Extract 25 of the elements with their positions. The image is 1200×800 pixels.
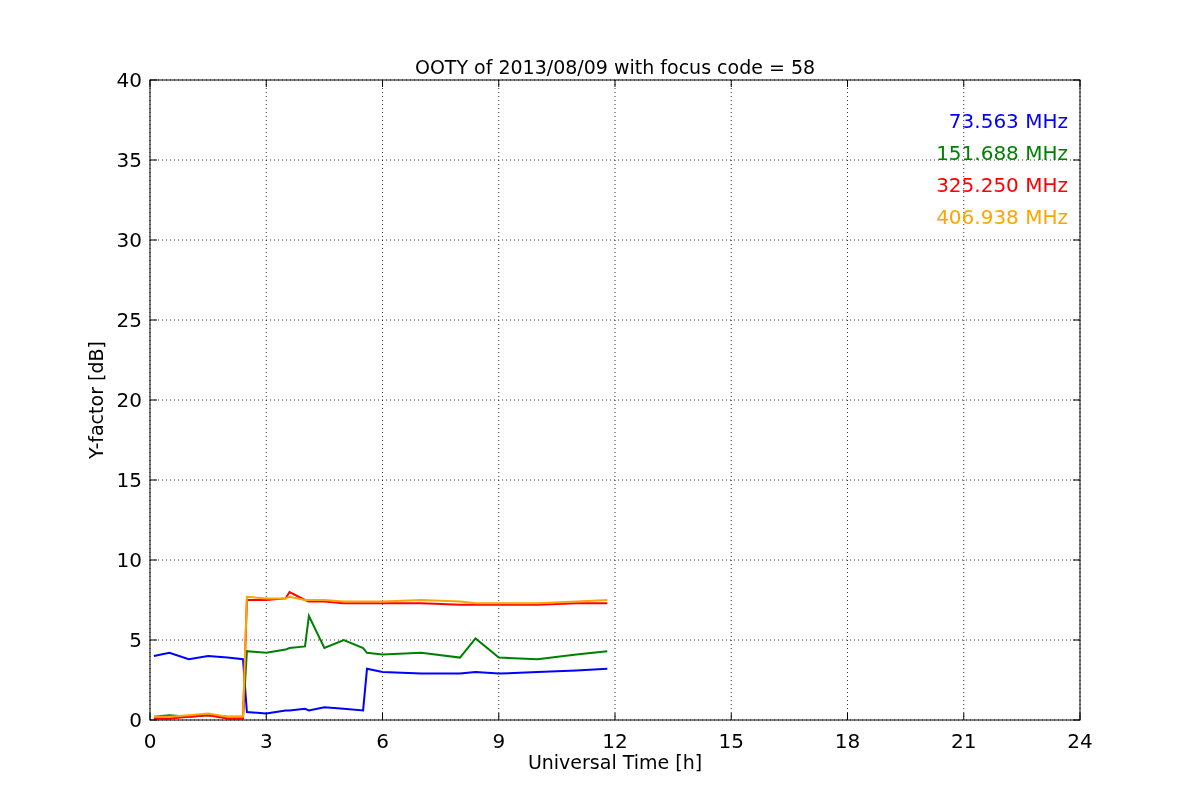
x-tick-label: 9 (492, 729, 506, 753)
x-tick-label: 0 (143, 729, 157, 753)
y-tick-label: 35 (116, 148, 142, 172)
y-tick-label: 5 (129, 628, 142, 652)
legend-label: 325.250 MHz (936, 173, 1068, 197)
x-tick-label: 15 (718, 729, 744, 753)
y-tick-label: 40 (116, 68, 142, 92)
x-axis-label: Universal Time [h] (527, 751, 703, 773)
y-tick-label: 0 (129, 708, 142, 732)
x-tick-label: 18 (834, 729, 861, 753)
y-tick-label: 10 (116, 548, 142, 572)
y-axis-label: Y-factor [dB] (85, 341, 107, 459)
legend-label: 151.688 MHz (936, 141, 1068, 165)
legend-label: 73.563 MHz (948, 109, 1068, 133)
x-tick-label: 21 (951, 729, 977, 753)
x-tick-label: 6 (376, 729, 389, 753)
y-tick-label: 15 (116, 468, 142, 492)
x-tick-label: 12 (602, 729, 628, 753)
y-tick-label: 25 (116, 308, 142, 332)
legend-label: 406.938 MHz (936, 205, 1068, 229)
y-tick-label: 20 (116, 388, 142, 412)
chart-title: OOTY of 2013/08/09 with focus code = 58 (414, 56, 816, 78)
y-tick-label: 30 (116, 228, 142, 252)
x-tick-label: 24 (1067, 729, 1093, 753)
x-tick-label: 3 (259, 729, 273, 753)
